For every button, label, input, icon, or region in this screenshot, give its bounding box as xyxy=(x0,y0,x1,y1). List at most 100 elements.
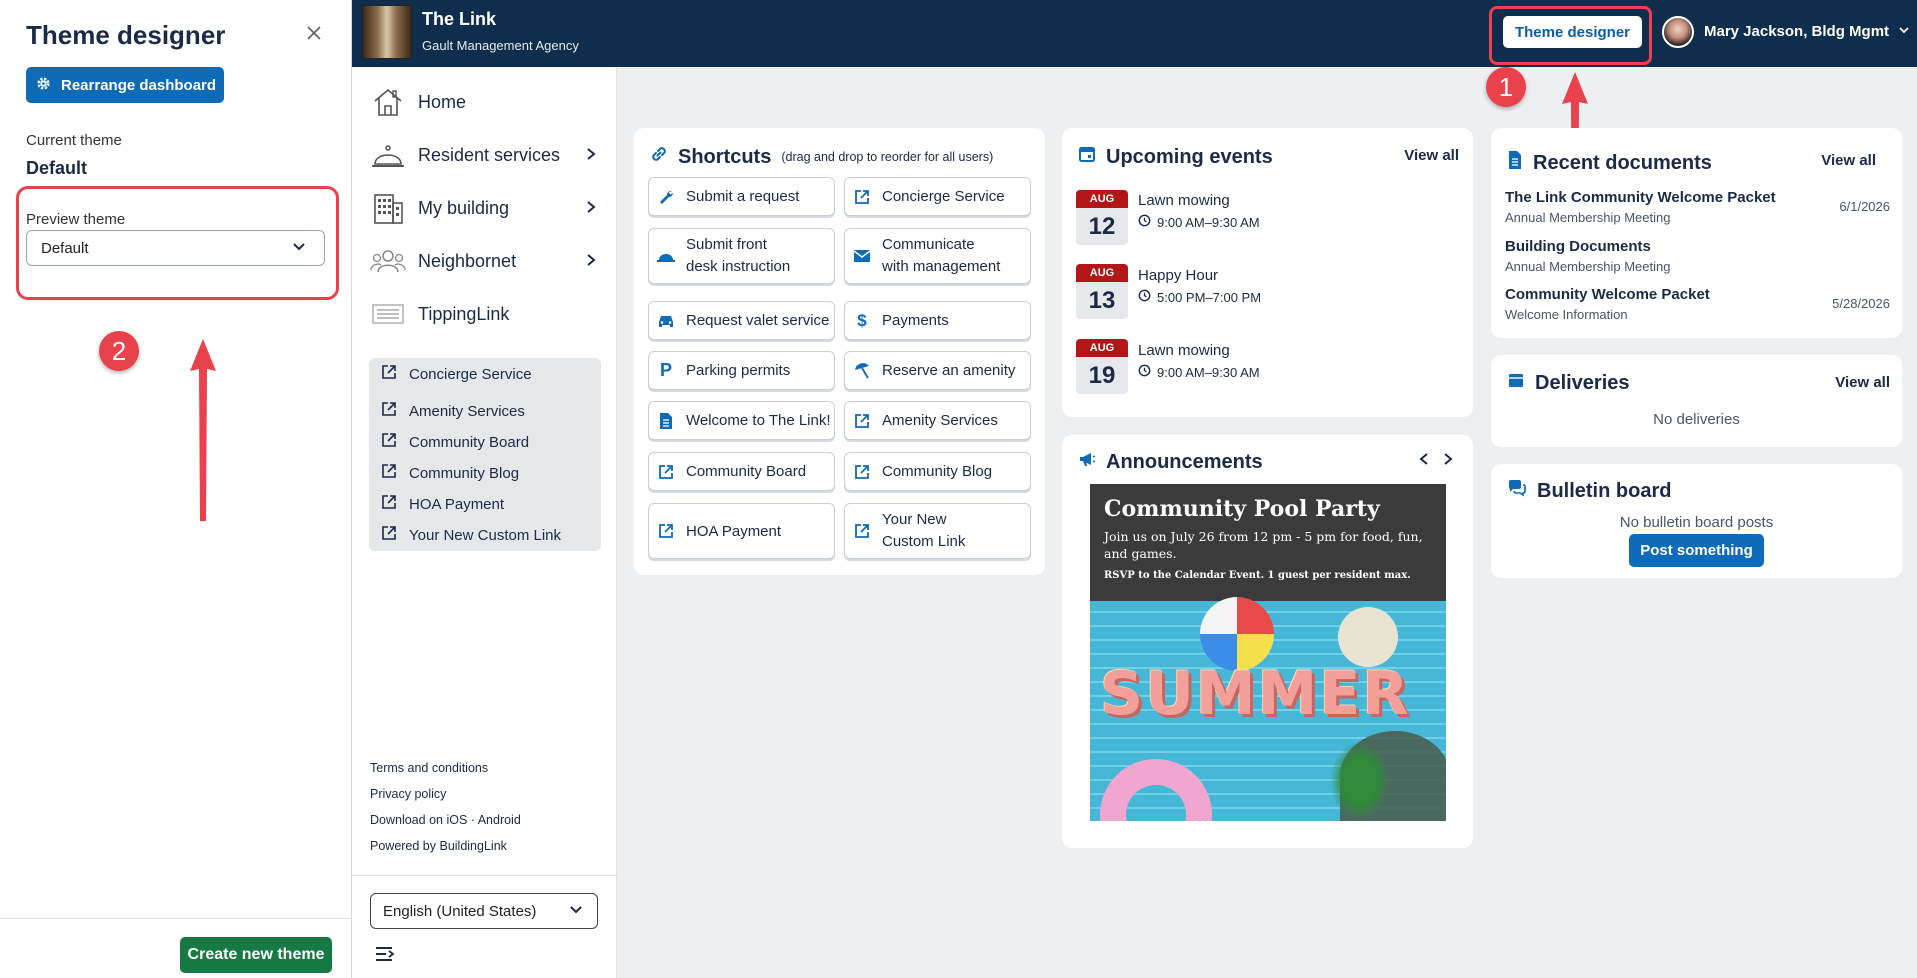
avatar[interactable] xyxy=(1662,16,1694,48)
announcement-headline: Community Pool Party xyxy=(1104,496,1380,522)
shortcut-communicate-management[interactable]: Communicate with management xyxy=(844,228,1031,284)
nav-item-neighbornet[interactable]: Neighbornet xyxy=(370,241,600,281)
download-app-link[interactable]: Download on iOS · Android xyxy=(370,813,521,827)
shortcut-welcome[interactable]: Welcome to The Link! xyxy=(648,401,835,440)
collapse-menu-icon[interactable] xyxy=(374,945,398,969)
nav-link-label: Community Board xyxy=(409,433,530,451)
nav-item-my-building[interactable]: My building xyxy=(370,188,600,228)
events-title: Upcoming events xyxy=(1078,145,1273,169)
nav-link-amenity-services[interactable]: Amenity Services xyxy=(381,399,525,423)
shortcut-parking-permits[interactable]: P Parking permits xyxy=(648,351,835,390)
shortcut-front-desk-instruction[interactable]: Submit front desk instruction xyxy=(648,228,835,284)
close-icon[interactable] xyxy=(302,20,326,44)
external-link-icon xyxy=(381,525,397,545)
external-link-icon xyxy=(381,494,397,514)
rearrange-dashboard-label: Rearrange dashboard xyxy=(61,76,217,94)
nav-link-community-board[interactable]: Community Board xyxy=(381,430,529,454)
nav-link-label: Your New Custom Link xyxy=(409,526,562,544)
megaphone-icon xyxy=(1078,450,1096,474)
bulletin-title: Bulletin board xyxy=(1507,479,1671,503)
chevron-right-icon xyxy=(586,250,596,273)
chevron-down-icon xyxy=(569,902,583,920)
shortcut-request-valet[interactable]: Request valet service xyxy=(648,301,835,340)
shortcut-community-board[interactable]: Community Board xyxy=(648,452,835,491)
nav-link-custom-link[interactable]: Your New Custom Link xyxy=(381,523,561,547)
link-icon xyxy=(650,145,668,169)
nav-item-label: My building xyxy=(418,197,510,218)
events-view-all-link[interactable]: View all xyxy=(1404,147,1459,164)
announcement-image[interactable]: Community Pool Party Join us on July 26 … xyxy=(1090,484,1446,821)
external-link-icon xyxy=(381,432,397,452)
custom-links-group: Concierge Service Amenity Services Commu… xyxy=(369,358,601,551)
document-title[interactable]: The Link Community Welcome Packet xyxy=(1505,189,1776,206)
preview-theme-select[interactable]: Default xyxy=(26,230,325,266)
powered-by-link[interactable]: Powered by BuildingLink xyxy=(370,839,507,853)
shortcut-concierge-service[interactable]: Concierge Service xyxy=(844,177,1031,216)
privacy-link[interactable]: Privacy policy xyxy=(370,787,446,801)
external-link-icon xyxy=(381,463,397,483)
shortcut-community-blog[interactable]: Community Blog xyxy=(844,452,1031,491)
document-title[interactable]: Community Welcome Packet xyxy=(1505,286,1710,303)
document-icon xyxy=(1507,150,1523,176)
people-icon xyxy=(370,244,406,278)
external-link-icon xyxy=(851,186,873,208)
event-time: 9:00 AM–9:30 AM xyxy=(1138,214,1260,230)
nav-item-resident-services[interactable]: Resident services xyxy=(370,135,600,175)
shortcut-submit-request[interactable]: Submit a request xyxy=(648,177,835,216)
nav-link-concierge-service[interactable]: Concierge Service xyxy=(381,362,532,386)
shortcut-custom-link[interactable]: Your New Custom Link xyxy=(844,503,1031,559)
event-title[interactable]: Lawn mowing xyxy=(1138,342,1230,359)
chevron-down-icon[interactable] xyxy=(1898,23,1910,39)
chevron-left-icon[interactable] xyxy=(1419,452,1429,471)
post-something-button[interactable]: Post something xyxy=(1629,534,1764,567)
shortcut-hoa-payment[interactable]: HOA Payment xyxy=(648,503,835,559)
deliveries-view-all-link[interactable]: View all xyxy=(1835,374,1890,391)
bell-icon xyxy=(370,138,406,172)
bulletin-empty-text: No bulletin board posts xyxy=(1619,514,1774,531)
nav-link-hoa-payment[interactable]: HOA Payment xyxy=(381,492,504,516)
parking-icon: P xyxy=(659,360,672,380)
panel-footer-divider xyxy=(0,918,352,919)
terms-link[interactable]: Terms and conditions xyxy=(370,761,488,775)
external-link-icon xyxy=(381,401,397,421)
calendar-icon xyxy=(1078,145,1096,169)
language-select[interactable]: English (United States) xyxy=(370,893,598,929)
document-icon xyxy=(655,410,677,432)
event-title[interactable]: Lawn mowing xyxy=(1138,192,1230,209)
top-bar: The Link Gault Management Agency Theme d… xyxy=(352,0,1917,67)
envelope-icon xyxy=(851,245,873,267)
external-link-icon xyxy=(851,461,873,483)
external-link-icon xyxy=(851,520,873,542)
shortcut-reserve-amenity[interactable]: Reserve an amenity xyxy=(844,351,1031,390)
nav-item-home[interactable]: Home xyxy=(370,82,600,122)
user-name[interactable]: Mary Jackson, Bldg Mgmt xyxy=(1704,23,1889,40)
nav-item-tippinglink[interactable]: TippingLink xyxy=(370,294,600,334)
dollar-icon: $ xyxy=(857,310,867,330)
panel-title: Theme designer xyxy=(26,20,226,50)
recent-documents-card: Recent documents View all The Link Commu… xyxy=(1491,128,1902,338)
rearrange-dashboard-button[interactable]: Rearrange dashboard xyxy=(26,67,224,103)
car-icon xyxy=(655,310,677,332)
nav-link-label: Amenity Services xyxy=(409,402,525,420)
annotation-badge-2: 2 xyxy=(99,331,139,371)
nav-link-community-blog[interactable]: Community Blog xyxy=(381,461,519,485)
nav-link-label: HOA Payment xyxy=(409,495,505,513)
theme-designer-panel: Theme designer Rearrange dashboard Curre… xyxy=(0,0,352,978)
document-title[interactable]: Building Documents xyxy=(1505,238,1651,255)
event-time: 9:00 AM–9:30 AM xyxy=(1138,364,1260,380)
document-subtitle: Welcome Information xyxy=(1505,307,1628,322)
chevron-right-icon[interactable] xyxy=(1443,452,1453,471)
documents-view-all-link[interactable]: View all xyxy=(1821,152,1876,169)
clock-icon xyxy=(1138,289,1151,305)
left-nav: Home Resident services My building Neigh… xyxy=(352,67,617,978)
building-logo xyxy=(362,5,412,59)
create-new-theme-button[interactable]: Create new theme xyxy=(180,937,332,973)
shortcut-payments[interactable]: $ Payments xyxy=(844,301,1031,340)
current-theme-value: Default xyxy=(26,158,88,178)
theme-designer-button[interactable]: Theme designer xyxy=(1503,16,1642,48)
bulletin-board-card: Bulletin board No bulletin board posts P… xyxy=(1491,464,1902,578)
event-title[interactable]: Happy Hour xyxy=(1138,267,1218,284)
shortcut-amenity-services[interactable]: Amenity Services xyxy=(844,401,1031,440)
chevron-down-icon xyxy=(292,239,306,257)
nav-divider xyxy=(352,875,617,876)
